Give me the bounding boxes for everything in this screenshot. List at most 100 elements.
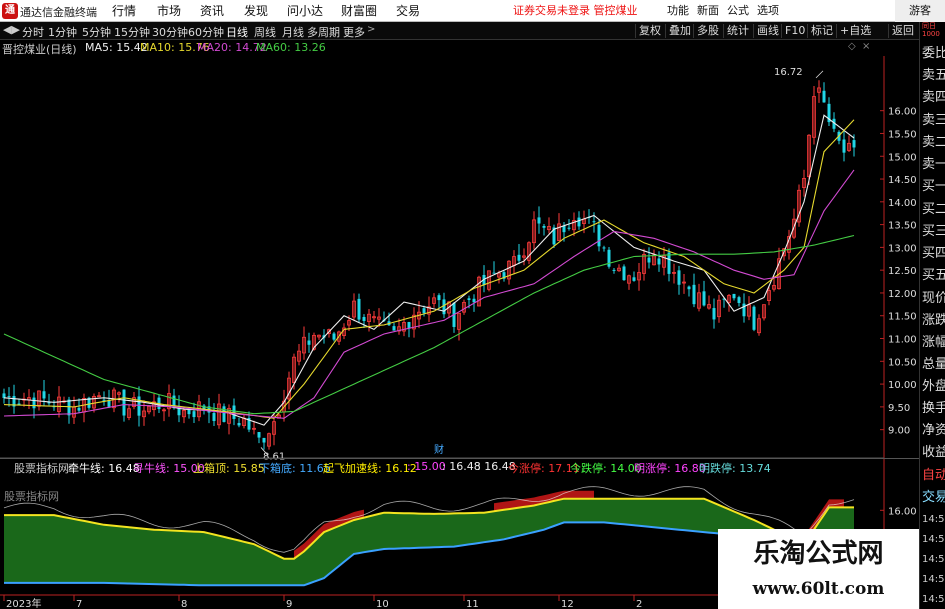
sub-indicator-value: 明涨停: 16.80 — [634, 462, 706, 475]
y-tick-label: 14.50 — [888, 175, 917, 186]
kline-chart[interactable]: 9.00 9.50 10.00 10.50 11.00 11.50 12.00 12.50 13… — [0, 0, 919, 609]
quote-field-label: 卖三 — [922, 113, 945, 128]
event-marker[interactable]: 财 — [434, 443, 444, 456]
ma-line-ma5 — [3, 114, 855, 426]
quote-field-label: 14:5 — [922, 594, 945, 605]
sub-indicator-value: : 16.48 — [442, 460, 481, 473]
candle-body — [657, 258, 661, 265]
candle-body — [332, 333, 336, 340]
quote-field-label: 净资 — [922, 423, 945, 438]
sub-indicator-name[interactable]: 股票指标网 — [14, 460, 69, 476]
candle-body — [357, 298, 361, 320]
candle-body — [852, 140, 856, 148]
y-tick-label: 13.00 — [888, 243, 917, 254]
quote-field-label: 涨跌 — [922, 313, 945, 328]
candle-body — [212, 413, 216, 422]
y-tick-label: 10.00 — [888, 380, 917, 391]
quote-field-label: 买二 — [922, 202, 945, 217]
y-tick-label: 13.50 — [888, 221, 917, 232]
candle-body — [537, 217, 541, 224]
quote-field-label: 14:5 — [922, 534, 945, 545]
candle-body — [597, 224, 601, 247]
candle-body — [822, 90, 826, 103]
quote-field-label: 14:5 — [922, 514, 945, 525]
candle-body — [737, 297, 741, 303]
candle-body — [32, 397, 36, 409]
event-marker-box[interactable] — [119, 443, 129, 455]
x-tick-label: 7 — [76, 599, 82, 609]
y-tick-label: 10.50 — [888, 357, 917, 368]
event-marker-box[interactable] — [799, 443, 809, 455]
candle-body — [122, 389, 126, 416]
quote-field-label: 买四 — [922, 246, 945, 261]
site-watermark: 乐淘公式网 www.60lt.com — [718, 529, 919, 609]
candle-body — [472, 298, 476, 303]
candle-body — [612, 269, 616, 271]
candle-body — [237, 423, 241, 426]
y-tick-label: 15.50 — [888, 129, 917, 140]
sub-indicator-value: 起飞加速线: 16.12 — [323, 462, 417, 475]
candle-body — [422, 308, 426, 314]
candle-body — [392, 326, 396, 331]
quote-field-label: 买五 — [922, 268, 945, 283]
candle-body — [517, 254, 521, 261]
ma-line-ma20 — [3, 169, 855, 419]
candle-body — [712, 308, 716, 320]
quote-field-label: 自动 — [922, 468, 945, 483]
candle-body — [647, 257, 651, 263]
candle-body — [2, 393, 6, 398]
candle-body — [467, 298, 471, 300]
candle-body — [592, 221, 596, 223]
candle-body — [542, 225, 546, 228]
candle-body — [7, 396, 11, 398]
x-tick-label: 8 — [181, 599, 187, 609]
y-tick-label: 11.50 — [888, 312, 917, 323]
candle-body — [362, 317, 366, 321]
quote-field-label: 现价 — [922, 291, 945, 306]
y-tick-label: 12.00 — [888, 289, 917, 300]
candle-body — [42, 391, 46, 399]
quote-field-label: 卖五 — [922, 68, 945, 83]
sub-indicator-watermark: 股票指标网 — [4, 490, 59, 503]
sub-indicator-value: 牵牛线: 16.48 — [68, 462, 140, 475]
candle-body — [17, 403, 21, 405]
quote-field-label: 买三 — [922, 224, 945, 239]
quote-side-panel: 同日 1000 委比 卖五 卖四 卖三 卖二 卖一 买一 买二 买三 买四 买五 现价 涨跌 涨幅 总量 外盘… — [919, 22, 945, 609]
y-tick-label: 9.00 — [888, 426, 910, 437]
sub-indicator-value: : 15.00 — [407, 460, 446, 473]
y-tick-label: 14.00 — [888, 198, 917, 209]
sub-y-tick-label: 16.00 — [888, 506, 917, 517]
candle-body — [607, 249, 611, 267]
sub-indicator-value: 今涨停: 17.11 — [508, 462, 580, 475]
candle-body — [442, 299, 446, 315]
candle-body — [732, 293, 736, 299]
y-tick-label: 15.00 — [888, 152, 917, 163]
quote-field-label: 涨幅 — [922, 335, 945, 350]
candle-body — [262, 437, 266, 443]
candle-body — [492, 272, 496, 274]
candle-body — [692, 284, 696, 305]
candle-body — [407, 322, 411, 329]
sub-indicator-value: 上箱顶: 15.85 — [193, 462, 265, 475]
date-mark: 同日 — [922, 22, 936, 30]
candle-body — [77, 407, 81, 411]
y-tick-label: 12.50 — [888, 266, 917, 277]
annotation-leader — [815, 70, 824, 79]
quote-field-label: 委比 — [922, 46, 945, 61]
x-tick-label: 11 — [466, 599, 479, 609]
candle-body — [752, 306, 756, 330]
candle-body — [602, 247, 606, 249]
y-tick-label: 11.00 — [888, 335, 917, 346]
quote-field-label: 卖一 — [922, 157, 945, 172]
candle-body — [192, 411, 196, 418]
candle-body — [187, 409, 191, 415]
sub-indicator-bar: 股票指标网 牵牛线: 16.48 寻牛线: 15.00 上箱顶: 15.85 下箱底:… — [0, 458, 919, 476]
candle-body — [842, 139, 846, 153]
x-tick-label: 9 — [286, 599, 292, 609]
ma-line-ma60 — [3, 234, 855, 415]
sub-indicator-value: 今跌停: 14.00 — [570, 462, 642, 475]
volume-mark: 1000 — [922, 30, 940, 38]
quote-field-label: 14:5 — [922, 554, 945, 565]
candle-body — [667, 252, 671, 274]
candle-body — [567, 227, 571, 229]
